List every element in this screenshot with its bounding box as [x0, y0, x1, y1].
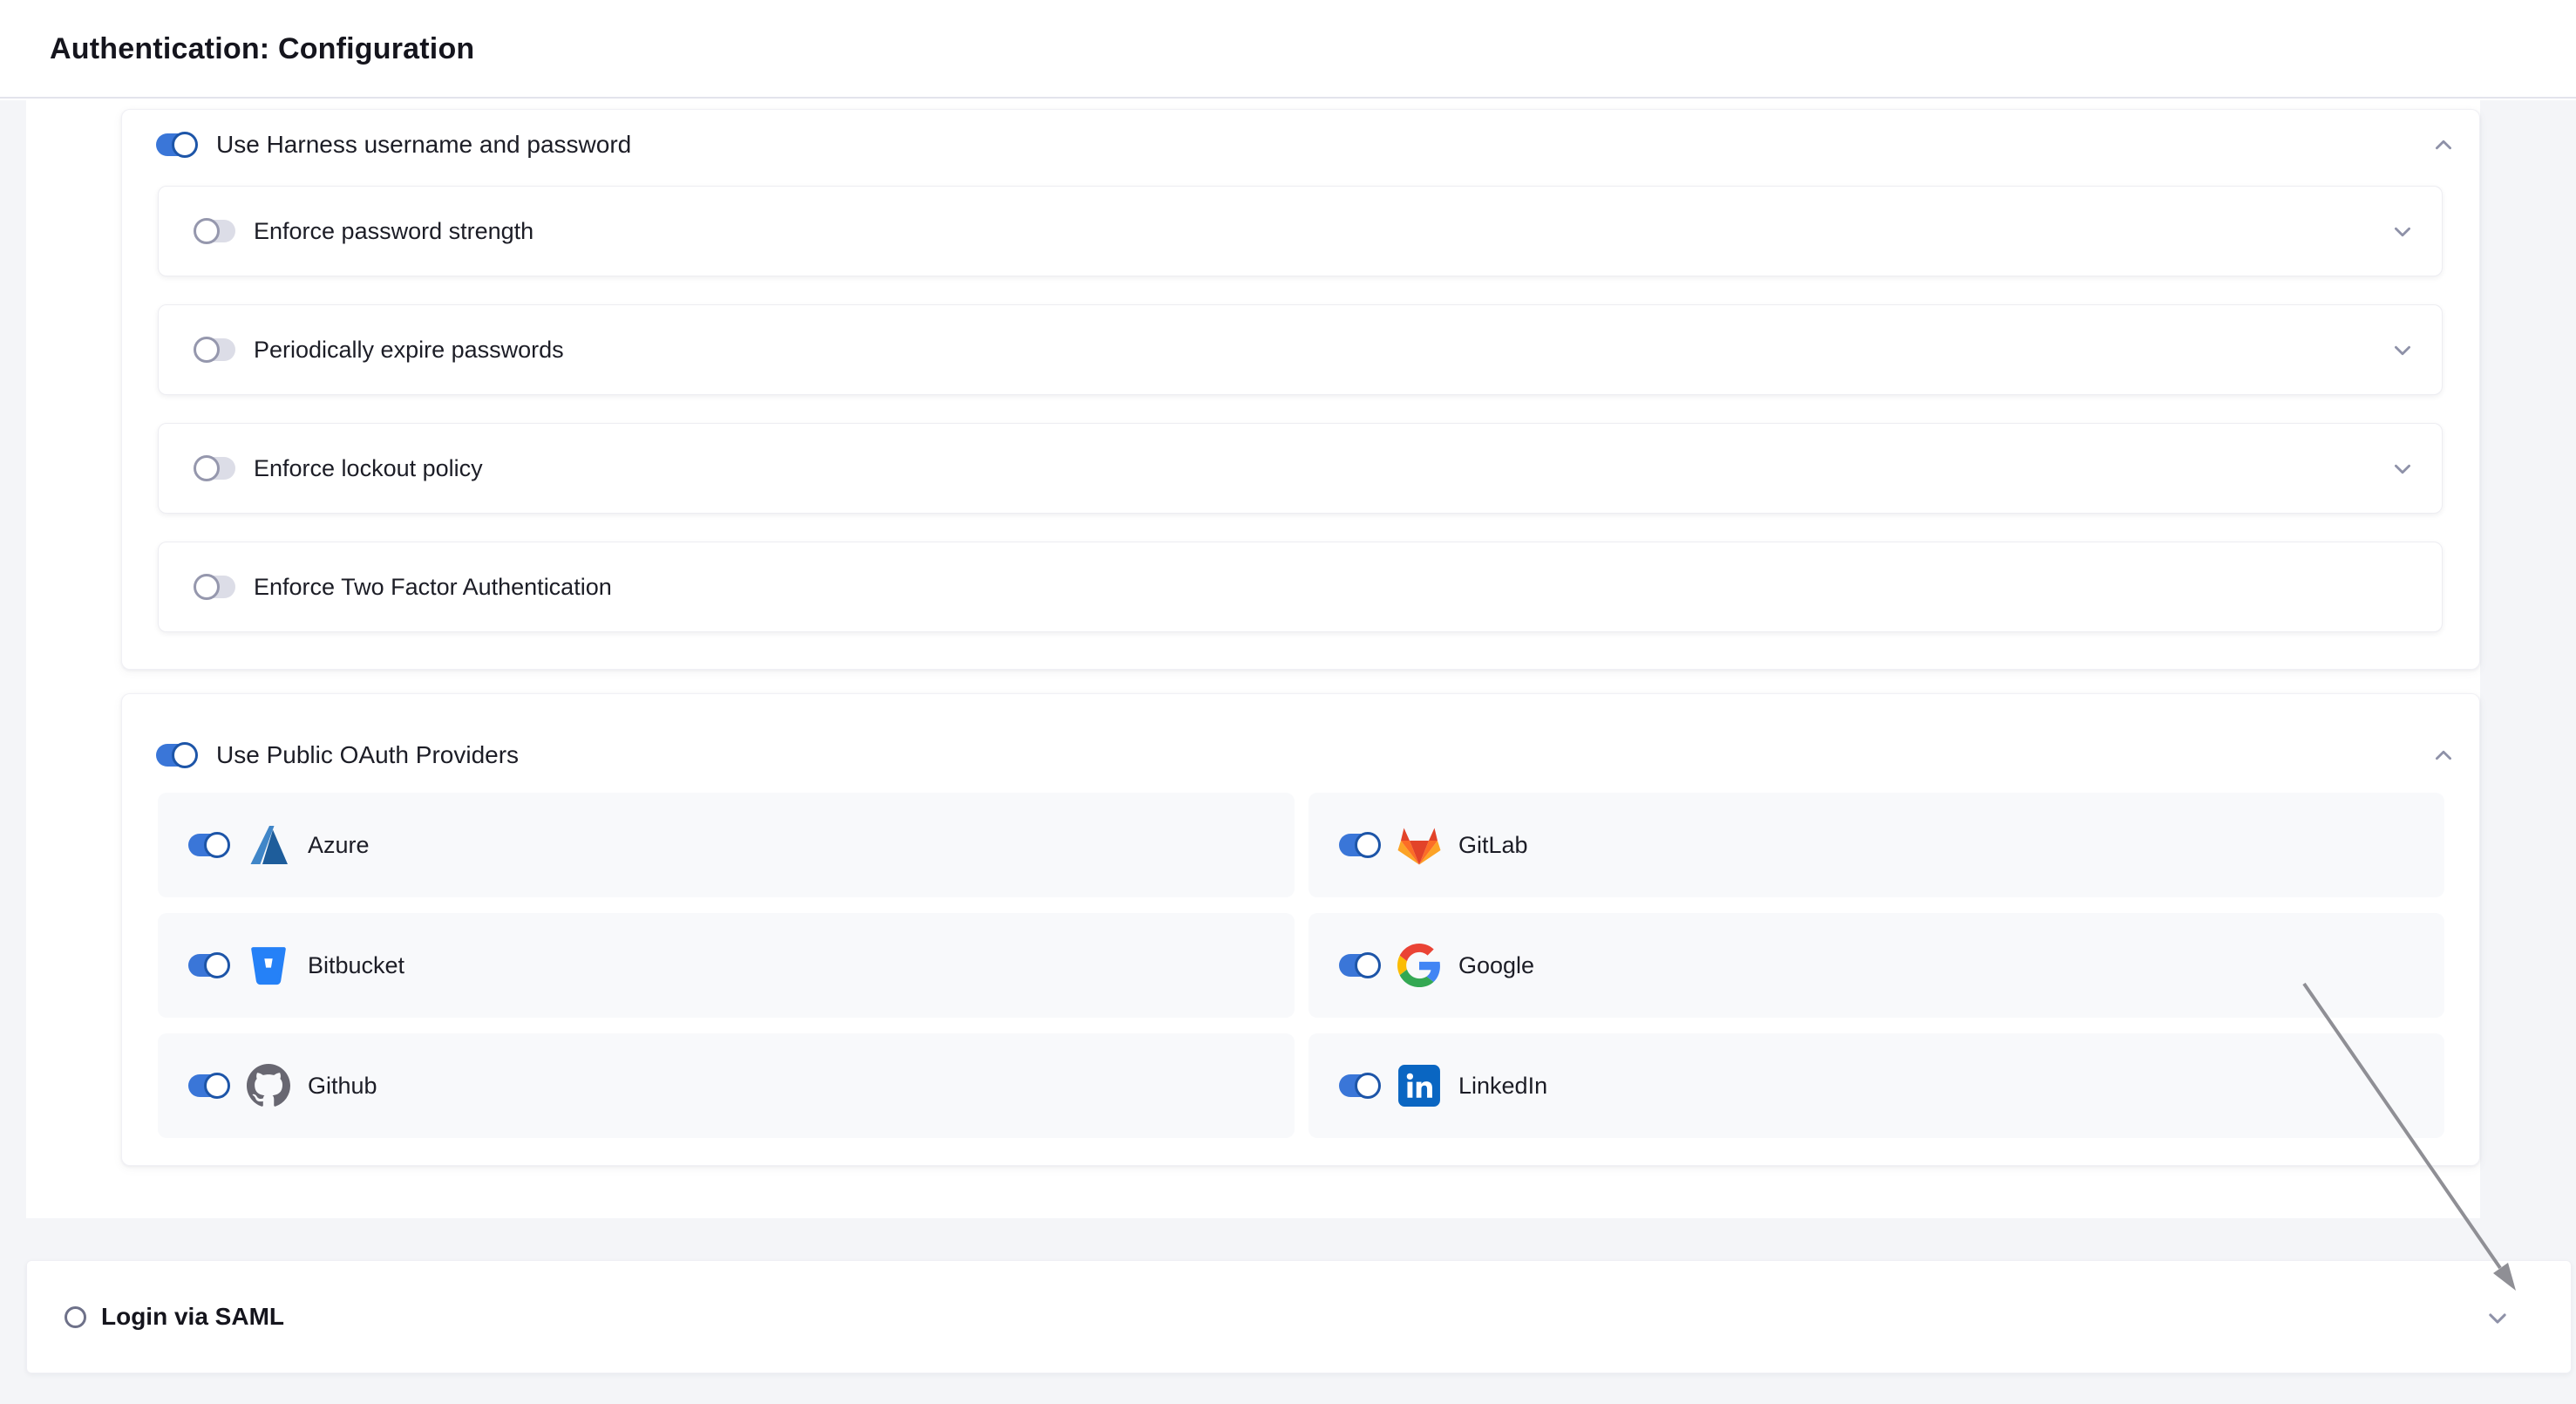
azure-icon — [247, 823, 290, 867]
chevron-up-icon[interactable] — [2432, 744, 2455, 767]
provider-tile-google: Google — [1308, 913, 2444, 1018]
google-icon — [1397, 944, 1441, 987]
provider-tile-gitlab: GitLab — [1308, 793, 2444, 897]
google-toggle[interactable] — [1339, 954, 1380, 977]
expire-passwords-toggle[interactable] — [194, 338, 235, 361]
toggle-knob — [172, 742, 198, 768]
bitbucket-icon — [247, 944, 290, 987]
harness-login-section: Use Harness username and password Enforc… — [121, 109, 2480, 670]
saml-login-row[interactable]: Login via SAML — [26, 1260, 2572, 1373]
oauth-toggle[interactable] — [156, 744, 197, 767]
toggle-knob — [194, 574, 220, 600]
policy-row-label: Periodically expire passwords — [254, 337, 564, 364]
chevron-down-icon[interactable] — [2485, 1306, 2508, 1329]
provider-label: Bitbucket — [308, 952, 404, 979]
chevron-down-icon[interactable] — [2391, 458, 2414, 480]
toggle-knob — [204, 1073, 230, 1099]
toggle-knob — [194, 455, 220, 481]
azure-toggle[interactable] — [188, 834, 229, 856]
lockout-policy-toggle[interactable] — [194, 457, 235, 480]
policy-row-password-strength[interactable]: Enforce password strength — [158, 186, 2443, 276]
provider-tile-linkedin: LinkedIn — [1308, 1033, 2444, 1138]
saml-radio[interactable] — [65, 1306, 86, 1328]
oauth-section: Use Public OAuth Providers Azure — [121, 693, 2480, 1166]
chevron-down-icon[interactable] — [2391, 221, 2414, 243]
provider-tile-github: Github — [158, 1033, 1295, 1138]
toggle-knob — [204, 832, 230, 858]
authentication-configuration-page: Authentication: Configuration Use Harnes… — [0, 0, 2576, 1404]
toggle-knob — [204, 952, 230, 978]
policy-row-label: Enforce Two Factor Authentication — [254, 574, 612, 601]
provider-label: Github — [308, 1073, 377, 1100]
provider-label: Google — [1458, 952, 1534, 979]
toggle-knob — [1355, 832, 1381, 858]
toggle-knob — [1355, 1073, 1381, 1099]
bitbucket-toggle[interactable] — [188, 954, 229, 977]
toggle-knob — [172, 132, 198, 158]
policy-row-expire-passwords[interactable]: Periodically expire passwords — [158, 304, 2443, 395]
policy-row-label: Enforce lockout policy — [254, 455, 483, 482]
password-strength-toggle[interactable] — [194, 220, 235, 242]
toggle-knob — [194, 218, 220, 244]
toggle-knob — [1355, 952, 1381, 978]
oauth-title: Use Public OAuth Providers — [216, 741, 519, 769]
provider-tile-azure: Azure — [158, 793, 1295, 897]
provider-label: Azure — [308, 832, 370, 859]
two-factor-toggle[interactable] — [194, 576, 235, 598]
linkedin-toggle[interactable] — [1339, 1074, 1380, 1097]
github-icon — [247, 1064, 290, 1108]
provider-label: LinkedIn — [1458, 1073, 1547, 1100]
page-title: Authentication: Configuration — [50, 0, 474, 99]
chevron-down-icon[interactable] — [2391, 339, 2414, 362]
harness-login-header: Use Harness username and password — [156, 122, 631, 167]
chevron-up-icon[interactable] — [2432, 133, 2455, 156]
toggle-knob — [194, 337, 220, 363]
provider-label: GitLab — [1458, 832, 1528, 859]
gitlab-icon — [1397, 823, 1441, 867]
linkedin-icon — [1397, 1064, 1441, 1108]
policy-row-two-factor[interactable]: Enforce Two Factor Authentication — [158, 542, 2443, 632]
provider-tile-bitbucket: Bitbucket — [158, 913, 1295, 1018]
policy-row-label: Enforce password strength — [254, 218, 534, 245]
saml-label: Login via SAML — [101, 1303, 284, 1331]
gitlab-toggle[interactable] — [1339, 834, 1380, 856]
harness-login-title: Use Harness username and password — [216, 131, 631, 159]
github-toggle[interactable] — [188, 1074, 229, 1097]
page-header: Authentication: Configuration — [0, 0, 2576, 99]
oauth-header: Use Public OAuth Providers — [156, 733, 519, 778]
harness-login-toggle[interactable] — [156, 133, 197, 156]
policy-row-lockout-policy[interactable]: Enforce lockout policy — [158, 423, 2443, 514]
